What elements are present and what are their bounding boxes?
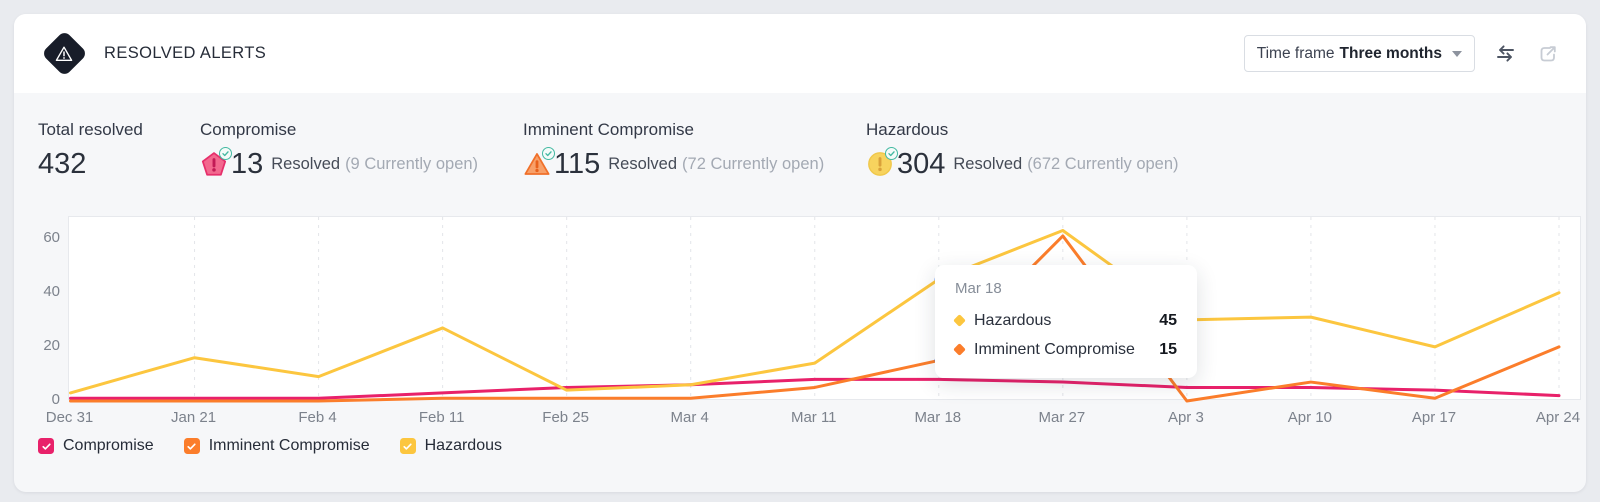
chevron-down-icon — [1452, 50, 1462, 57]
x-tick-label: Dec 31 — [45, 409, 94, 426]
hazardous-circle-icon — [866, 147, 898, 178]
tooltip-series-value: 45 — [1159, 311, 1177, 329]
stat-label: Imminent Compromise — [523, 120, 694, 139]
x-tick-label: Apr 24 — [1535, 409, 1581, 426]
line-chart[interactable]: 0 20 40 60 Dec 31 Jan 21 Feb 4 Feb 11 Feb 25 Mar… — [14, 216, 1586, 428]
y-tick-label: 0 — [51, 391, 60, 408]
x-tick-label: Mar 11 — [790, 409, 837, 426]
currently-open-note: (672 Currently open) — [1027, 154, 1179, 173]
stat-compromise: Compromise 13 Resolved (9 Currently open… — [200, 120, 523, 181]
legend-item-compromise[interactable]: Compromise — [38, 437, 154, 455]
hazardous-diamond-icon — [953, 314, 966, 327]
compromise-resolved-value: 13 — [231, 148, 264, 180]
card-header: RESOLVED ALERTS Time frame Three months — [14, 14, 1586, 93]
x-tick-label: Feb 25 — [542, 409, 589, 426]
page-title: RESOLVED ALERTS — [104, 44, 267, 62]
check-badge-icon — [219, 147, 232, 160]
resolved-label: Resolved — [271, 154, 341, 173]
tooltip-date: Mar 18 — [955, 280, 1002, 297]
resolved-label: Resolved — [953, 154, 1023, 173]
tooltip-series-label: Hazardous — [974, 311, 1052, 329]
x-tick-label: Feb 11 — [418, 409, 465, 426]
refresh-swap-button[interactable] — [1493, 42, 1518, 65]
imminent-resolved-value: 115 — [554, 148, 601, 180]
x-tick-label: Jan 21 — [171, 409, 217, 426]
legend-label: Hazardous — [424, 437, 502, 454]
y-tick-label: 20 — [43, 336, 60, 354]
timeframe-dropdown[interactable]: Time frame Three months — [1243, 35, 1475, 72]
imminent-diamond-icon — [953, 343, 966, 356]
currently-open-note: (9 Currently open) — [345, 154, 479, 173]
compromise-checkbox[interactable] — [38, 438, 54, 454]
timeframe-value: Three months — [1339, 44, 1442, 62]
legend-label: Compromise — [63, 437, 154, 454]
stat-imminent-compromise: Imminent Compromise 115 Resolved (72 Cur… — [523, 120, 866, 181]
tooltip-row: Hazardous 45 — [953, 306, 1177, 335]
chart-tooltip: Mar 18 Hazardous 45 Imminent Compromise … — [935, 265, 1197, 378]
y-tick-label: 40 — [43, 282, 60, 300]
compromise-pentagon-icon — [200, 147, 232, 178]
x-tick-label: Apr 17 — [1411, 409, 1457, 426]
check-badge-icon — [542, 147, 555, 160]
hazardous-checkbox[interactable] — [399, 438, 416, 454]
card-body: Total resolved 432 Compromise 13 Resolve… — [14, 93, 1586, 455]
x-tick-label: Mar 18 — [914, 409, 962, 426]
export-button[interactable] — [1536, 42, 1560, 66]
alert-diamond-icon — [40, 30, 88, 78]
resolved-label: Resolved — [608, 154, 678, 173]
stat-label: Compromise — [200, 120, 297, 139]
x-tick-label: Feb 4 — [298, 409, 337, 426]
currently-open-note: (72 Currently open) — [682, 154, 825, 173]
check-badge-icon — [885, 147, 898, 160]
stat-label: Total resolved — [38, 120, 143, 139]
tooltip-row: Imminent Compromise 15 — [953, 335, 1177, 364]
stat-total-resolved: Total resolved 432 — [38, 120, 200, 181]
chart-legend: Compromise Imminent Compromise Hazardous — [14, 428, 1586, 455]
tooltip-series-label: Imminent Compromise — [974, 340, 1135, 358]
legend-item-hazardous[interactable]: Hazardous — [399, 437, 502, 455]
plot-area[interactable] — [68, 216, 1581, 403]
x-tick-label: Mar 4 — [670, 409, 709, 426]
stat-label: Hazardous — [866, 120, 949, 139]
y-tick-label: 60 — [43, 228, 60, 246]
warning-triangle-icon — [55, 46, 73, 61]
swap-arrows-icon — [1497, 45, 1514, 62]
chart-canvas — [69, 217, 1561, 403]
stats-row: Total resolved 432 Compromise 13 Resolve… — [14, 93, 1586, 181]
export-share-icon — [1540, 45, 1556, 61]
hazardous-resolved-value: 304 — [897, 148, 946, 180]
imminent-compromise-checkbox[interactable] — [183, 438, 200, 454]
legend-item-imminent-compromise[interactable]: Imminent Compromise — [183, 437, 370, 455]
timeframe-label: Time frame — [1256, 44, 1335, 62]
x-tick-label: Mar 27 — [1038, 409, 1086, 426]
x-tick-label: Apr 3 — [1167, 409, 1204, 426]
imminent-triangle-icon — [523, 147, 555, 178]
x-tick-label: Apr 10 — [1287, 409, 1332, 426]
resolved-alerts-card: RESOLVED ALERTS Time frame Three months — [14, 14, 1586, 492]
stat-hazardous: Hazardous 304 Resolved (672 Currently op… — [866, 120, 1179, 181]
legend-label: Imminent Compromise — [208, 437, 370, 454]
tooltip-series-value: 15 — [1159, 340, 1177, 358]
total-resolved-value: 432 — [38, 148, 87, 180]
